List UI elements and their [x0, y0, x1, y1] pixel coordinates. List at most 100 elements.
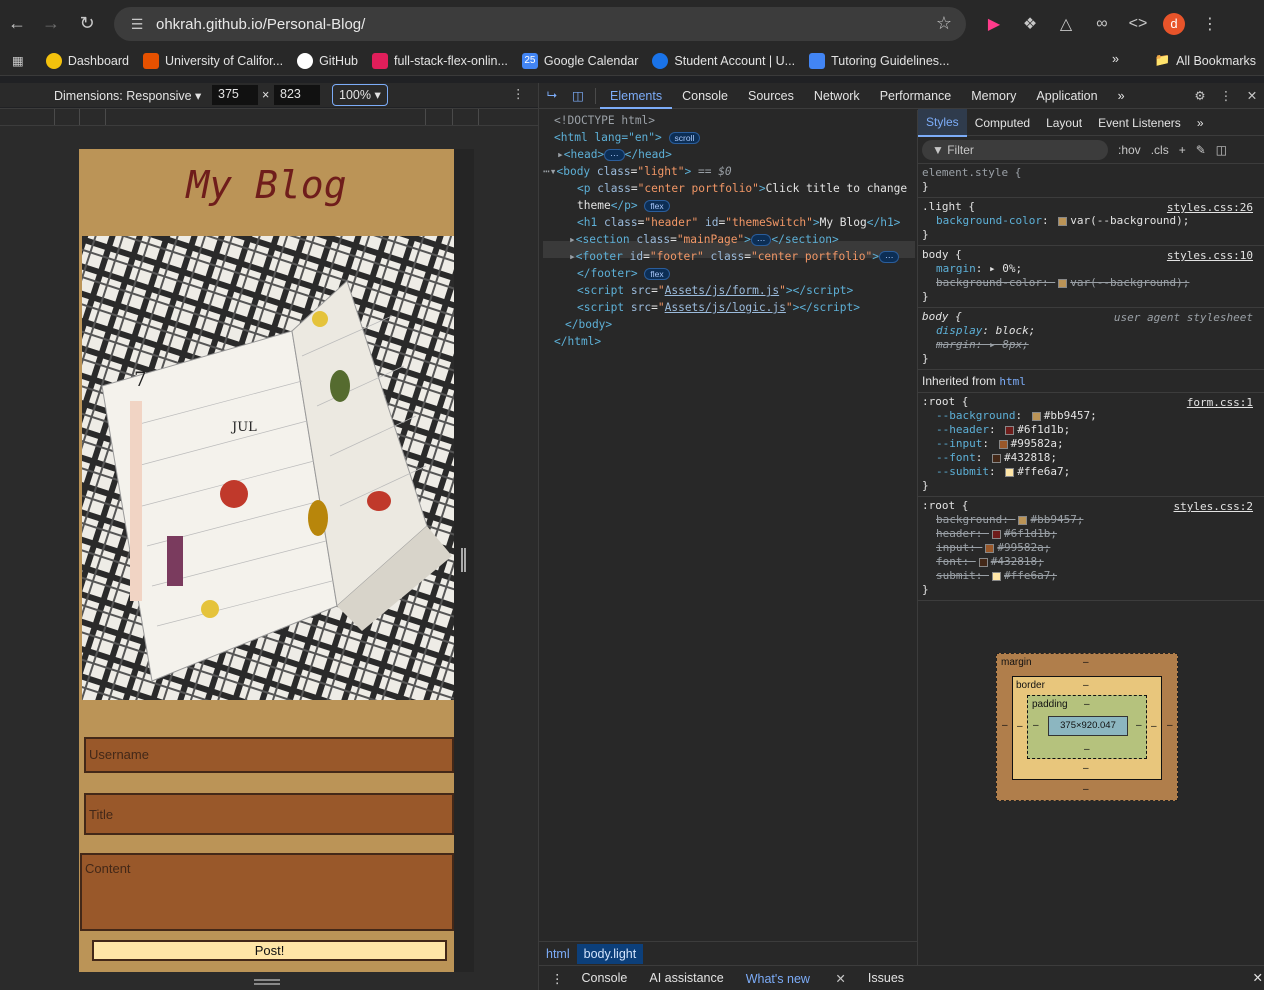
drawer-tab-ai-assistance[interactable]: AI assistance	[649, 971, 723, 985]
browser-menu-icon[interactable]: ⋮	[1192, 14, 1228, 34]
tab-memory[interactable]: Memory	[961, 83, 1026, 109]
sidebar-toggle-icon[interactable]: ◫	[1216, 143, 1227, 157]
p-node-continued[interactable]: theme</p> flex	[577, 197, 670, 214]
post-button[interactable]: Post!	[92, 940, 447, 961]
tab-layout[interactable]: Layout	[1038, 110, 1090, 136]
head-node[interactable]: ▸<head> ⋯ </head>	[557, 146, 672, 163]
tab-elements[interactable]: Elements	[600, 83, 673, 109]
link-icon[interactable]: ∞	[1084, 15, 1120, 33]
extension-icon[interactable]: ▶	[976, 14, 1012, 34]
box-model-margin[interactable]: margin – – – – border – – – – padding – …	[996, 653, 1178, 801]
site-info-icon[interactable]: ☰	[122, 16, 152, 33]
bookmark-slack[interactable]: full-stack-flex-onlin...	[371, 52, 508, 69]
url-text[interactable]: ohkrah.github.io/Personal-Blog/	[156, 16, 365, 33]
tab-sources[interactable]: Sources	[738, 83, 804, 109]
blog-title[interactable]: My Blog	[79, 163, 454, 207]
scroll-badge[interactable]: scroll	[668, 132, 701, 144]
section-node[interactable]: ▸<section class="mainPage"> ⋯ </section>	[569, 231, 839, 248]
collapse-arrow-icon[interactable]: ⋯▾	[543, 165, 556, 178]
drawer-menu-icon[interactable]: ⋮	[551, 971, 564, 986]
script-node-form[interactable]: <script src="Assets/js/form.js"></script…	[577, 282, 853, 299]
paint-icon[interactable]: ✎	[1196, 143, 1206, 157]
flex-badge[interactable]: flex	[644, 200, 670, 212]
back-button[interactable]: ←	[0, 6, 34, 40]
resize-handle-right[interactable]	[461, 548, 466, 572]
flex-badge[interactable]: flex	[644, 268, 670, 280]
username-input[interactable]: Username	[84, 737, 454, 773]
all-bookmarks-button[interactable]: 📁 All Bookmarks	[1155, 53, 1256, 68]
color-swatch[interactable]	[992, 571, 1001, 581]
bookmark-dashboard[interactable]: Dashboard	[45, 52, 129, 69]
expand-arrow-icon[interactable]: ▸	[569, 233, 576, 246]
device-menu-icon[interactable]: ⋮	[512, 86, 525, 101]
labs-flask-icon[interactable]: △	[1048, 14, 1084, 34]
new-rule-icon[interactable]: +	[1179, 143, 1186, 157]
color-swatch[interactable]	[998, 439, 1008, 449]
resize-handle-bottom[interactable]	[254, 979, 280, 985]
hov-toggle[interactable]: :hov	[1118, 143, 1141, 157]
bookmark-student-account[interactable]: Student Account | U...	[652, 52, 795, 69]
height-input[interactable]: 823	[274, 85, 320, 105]
close-drawer-icon[interactable]: ✕	[1253, 970, 1263, 985]
body-close-node[interactable]: </body>	[565, 316, 612, 333]
more-tabs-icon[interactable]: »	[1108, 83, 1135, 109]
expand-arrow-icon[interactable]: ▸	[557, 148, 564, 161]
ellipsis-badge[interactable]: ⋯	[878, 251, 900, 263]
bookmark-github[interactable]: GitHub	[297, 52, 358, 69]
close-tab-icon[interactable]: ✕	[835, 972, 845, 986]
ellipsis-badge[interactable]: ⋯	[750, 234, 772, 246]
expand-arrow-icon[interactable]: ▸	[569, 250, 576, 263]
device-toggle-icon[interactable]: ◫	[565, 88, 591, 103]
html-close-node[interactable]: </html>	[554, 333, 601, 350]
color-swatch[interactable]	[985, 543, 995, 553]
forward-button[interactable]: →	[34, 6, 68, 40]
tab-network[interactable]: Network	[804, 83, 870, 109]
content-textarea[interactable]: Content	[80, 853, 454, 931]
close-devtools-icon[interactable]: ✕	[1239, 83, 1264, 109]
devtools-menu-icon[interactable]: ⋮	[1213, 83, 1239, 109]
drawer-tab-console[interactable]: Console	[582, 971, 628, 985]
breadcrumb-body-light[interactable]: body.light	[576, 943, 644, 964]
title-input[interactable]: Title	[84, 793, 454, 835]
h1-node[interactable]: <h1 class="header" id="themeSwitch">My B…	[577, 214, 900, 231]
breadcrumb-html[interactable]: html	[539, 944, 577, 964]
code-icon[interactable]: <>	[1120, 15, 1156, 33]
dimensions-dropdown[interactable]: Dimensions: Responsive ▾	[54, 88, 201, 103]
html-node[interactable]: <html lang="en"> scroll	[554, 129, 701, 146]
more-bookmarks-button[interactable]: »	[1112, 52, 1119, 66]
profile-avatar[interactable]: d	[1163, 13, 1185, 35]
cls-toggle[interactable]: .cls	[1151, 143, 1169, 157]
footer-close-node[interactable]: </footer> flex	[577, 265, 670, 282]
bookmark-tutoring[interactable]: Tutoring Guidelines...	[809, 52, 949, 69]
tab-computed[interactable]: Computed	[967, 110, 1038, 136]
rule-source-link[interactable]: styles.css:10	[1167, 249, 1253, 263]
box-model-content[interactable]: 375×920.047	[1048, 716, 1128, 736]
doctype-node[interactable]: <!DOCTYPE html>	[554, 112, 655, 129]
bookmark-university[interactable]: University of Califor...	[142, 52, 283, 69]
box-model-padding[interactable]: padding – – – – 375×920.047	[1027, 695, 1147, 759]
styles-filter-input[interactable]: ▼ Filter	[922, 139, 1108, 160]
inspect-element-icon[interactable]: ⮡	[539, 88, 565, 103]
reload-button[interactable]: ↻	[70, 6, 104, 40]
color-swatch[interactable]	[1005, 425, 1015, 435]
bookmark-star-icon[interactable]: ☆	[936, 13, 952, 34]
drawer-tab-whats-new[interactable]: What's new ✕	[746, 971, 846, 986]
script-node-logic[interactable]: <script src="Assets/js/logic.js"></scrip…	[577, 299, 860, 316]
apps-grid-icon[interactable]: ▦	[12, 53, 24, 68]
color-swatch[interactable]	[992, 453, 1001, 463]
tab-styles[interactable]: Styles	[918, 108, 967, 137]
zoom-dropdown[interactable]: 100% ▾	[332, 84, 388, 106]
p-node[interactable]: <p class="center portfolio">Click title …	[577, 180, 907, 197]
extensions-puzzle-icon[interactable]: ❖	[1012, 14, 1048, 34]
bookmark-google-calendar[interactable]: 25 Google Calendar	[521, 52, 638, 69]
more-style-tabs-icon[interactable]: »	[1189, 110, 1212, 136]
width-input[interactable]: 375	[212, 85, 258, 105]
rule-source-link[interactable]: form.css:1	[1187, 396, 1253, 410]
color-swatch[interactable]	[1031, 411, 1041, 421]
settings-gear-icon[interactable]: ⚙	[1187, 83, 1213, 109]
ellipsis-badge[interactable]: ⋯	[604, 149, 625, 161]
color-swatch[interactable]	[1058, 216, 1068, 226]
footer-node[interactable]: ▸<footer id="footer" class="center portf…	[569, 248, 900, 265]
rule-source-link[interactable]: styles.css:2	[1174, 500, 1253, 514]
color-swatch[interactable]	[992, 529, 1001, 539]
